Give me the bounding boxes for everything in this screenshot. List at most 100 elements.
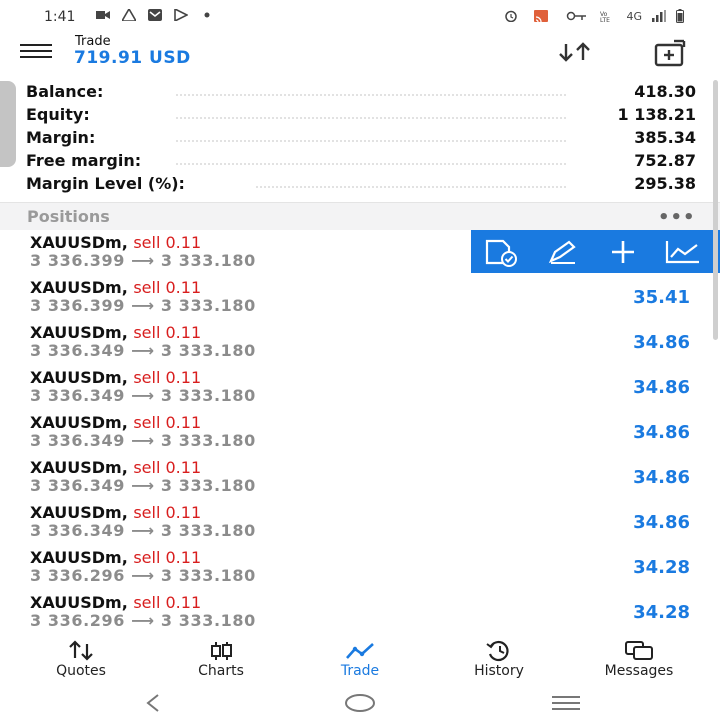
position-row[interactable]: XAUUSDm, sell 0.11 3 336.349 ⟶ 3 333.180… [0,455,720,501]
position-side: sell 0.11 [133,233,202,252]
nav-messages[interactable]: Messages [574,640,704,684]
position-prices: 3 336.349 ⟶ 3 333.180 [30,431,256,450]
chart-icon[interactable] [663,237,703,267]
messages-bubble-icon [625,641,653,660]
dotted-leader [176,163,566,165]
modify-pencil-icon[interactable] [543,237,583,267]
position-row[interactable]: XAUUSDm, sell 0.11 3 336.296 ⟶ 3 333.180… [0,590,720,632]
summary-label: Equity: [26,105,96,124]
summary-value: 295.38 [628,174,696,193]
symbol-text: XAUUSDm, [30,278,128,297]
system-icons: Vo LTE 4G [504,9,684,23]
position-row[interactable]: XAUUSDm, sell 0.11 3 336.399 ⟶ 3 333.180… [0,275,720,321]
position-profit: 34.86 [633,467,690,488]
summary-row-balance: Balance: 418.30 [26,82,696,104]
close-position-icon[interactable] [481,237,521,267]
position-symbol: XAUUSDm, sell 0.11 [30,503,201,522]
history-clock-icon [486,640,509,662]
menu-icon[interactable] [20,44,52,62]
position-symbol: XAUUSDm, sell 0.11 [30,233,201,252]
position-row[interactable]: XAUUSDm, sell 0.11 3 336.349 ⟶ 3 333.180… [0,410,720,456]
dot-icon [204,12,210,18]
page-scrollbar[interactable] [713,80,718,340]
symbol-text: XAUUSDm, [30,548,128,567]
summary-value: 385.34 [628,128,696,147]
battery-icon [676,9,684,23]
position-side: sell 0.11 [133,593,202,612]
position-symbol: XAUUSDm, sell 0.11 [30,458,201,477]
summary-row-margin-level: Margin Level (%): 295.38 [26,174,696,196]
position-side: sell 0.11 [133,503,202,522]
summary-scroll-handle[interactable] [0,81,16,167]
charts-candles-icon [211,642,232,660]
position-profit: 35.41 [633,287,690,308]
position-prices: 3 336.349 ⟶ 3 333.180 [30,521,256,540]
position-profit: 34.86 [633,422,690,443]
position-prices: 3 336.399 ⟶ 3 333.180 [30,251,256,270]
video-icon [96,11,110,19]
svg-text:LTE: LTE [600,17,610,22]
summary-value: 752.87 [628,151,696,170]
row-action-bar [471,230,720,273]
signal-icon [652,10,666,22]
nav-history[interactable]: History [434,640,564,684]
summary-value: 1 138.21 [611,105,696,124]
position-side: sell 0.11 [133,458,202,477]
play-icon [174,9,188,21]
new-order-icon[interactable] [652,38,688,68]
trade-line-icon [346,643,374,659]
top-app-bar: Trade 719.91 USD [0,34,720,76]
back-icon[interactable] [132,692,172,714]
nav-label: Messages [604,663,674,679]
position-row[interactable]: XAUUSDm, sell 0.11 3 336.296 ⟶ 3 333.180… [0,545,720,591]
position-row[interactable]: XAUUSDm, sell 0.11 3 336.399 ⟶ 3 333.180 [0,230,720,276]
nav-quotes[interactable]: Quotes [16,640,146,684]
header-balance: 719.91 USD [74,48,191,68]
recents-icon[interactable] [546,692,586,714]
nav-label: Charts [198,663,244,679]
add-plus-icon[interactable] [603,237,643,267]
position-prices: 3 336.349 ⟶ 3 333.180 [30,386,256,405]
status-time: 1:41 [44,9,76,25]
sort-icon[interactable] [555,38,597,68]
symbol-text: XAUUSDm, [30,233,128,252]
position-symbol: XAUUSDm, sell 0.11 [30,323,201,342]
symbol-text: XAUUSDm, [30,458,128,477]
position-symbol: XAUUSDm, sell 0.11 [30,278,201,297]
nav-label: History [474,663,524,679]
position-row[interactable]: XAUUSDm, sell 0.11 3 336.349 ⟶ 3 333.180… [0,320,720,366]
positions-section-header: Positions ••• [0,202,720,232]
position-side: sell 0.11 [133,548,202,567]
cast-icon [534,10,549,22]
positions-list: XAUUSDm, sell 0.11 3 336.399 ⟶ 3 333.180 [0,230,720,632]
dotted-leader [256,186,566,188]
account-summary: Balance: 418.30 Equity: 1 138.21 Margin:… [0,76,720,202]
position-row[interactable]: XAUUSDm, sell 0.11 3 336.349 ⟶ 3 333.180… [0,365,720,411]
bottom-navigation: Quotes Charts Trade History Messages [0,636,720,684]
position-side: sell 0.11 [133,323,202,342]
summary-value: 418.30 [628,82,696,101]
nav-label: Trade [340,663,380,679]
position-profit: 34.86 [633,377,690,398]
summary-row-margin: Margin: 385.34 [26,128,696,150]
mail-icon [148,9,162,21]
home-icon[interactable] [340,692,380,714]
position-side: sell 0.11 [133,278,202,297]
key-icon [567,11,587,21]
dotted-leader [176,140,566,142]
nav-trade[interactable]: Trade [295,640,425,684]
position-row[interactable]: XAUUSDm, sell 0.11 3 336.349 ⟶ 3 333.180… [0,500,720,546]
nav-charts[interactable]: Charts [156,640,286,684]
position-prices: 3 336.296 ⟶ 3 333.180 [30,566,256,585]
position-profit: 34.28 [633,557,690,578]
symbol-text: XAUUSDm, [30,503,128,522]
position-prices: 3 336.399 ⟶ 3 333.180 [30,296,256,315]
summary-label: Margin Level (%): [26,174,191,193]
notification-icons [96,9,214,21]
more-options-icon[interactable]: ••• [658,207,696,228]
summary-row-free-margin: Free margin: 752.87 [26,151,696,173]
position-prices: 3 336.349 ⟶ 3 333.180 [30,476,256,495]
positions-title: Positions [27,207,110,226]
symbol-text: XAUUSDm, [30,368,128,387]
symbol-text: XAUUSDm, [30,413,128,432]
